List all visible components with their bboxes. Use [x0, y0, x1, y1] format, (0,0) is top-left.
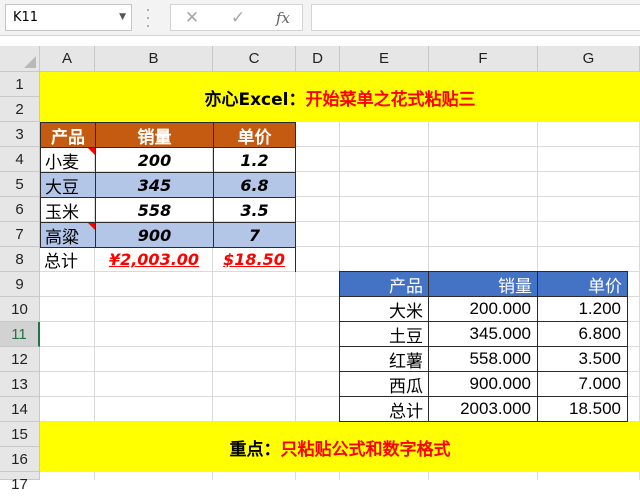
table1-cell-product[interactable]: 小麦 — [40, 147, 96, 173]
key-point-banner[interactable]: 重点： 只粘贴公式和数字格式 — [40, 422, 640, 472]
table2-header-price[interactable]: 单价 — [537, 271, 628, 297]
column-header-g[interactable]: G — [538, 46, 640, 72]
row-header-14[interactable]: 14 — [0, 397, 40, 422]
table1-cell-qty[interactable]: 345 — [95, 172, 214, 198]
table1-cell-product[interactable]: 大豆 — [40, 172, 96, 198]
row-header-17[interactable]: 17 — [0, 472, 40, 493]
table1-cell-product[interactable]: 高粱 — [40, 222, 96, 248]
table1-cell-qty[interactable]: 558 — [95, 197, 214, 223]
column-header-e[interactable]: E — [340, 46, 429, 72]
table1-cell-price[interactable]: 7 — [213, 222, 296, 248]
row-header-6[interactable]: 6 — [0, 197, 40, 222]
row-header-4[interactable]: 4 — [0, 147, 40, 172]
key-point-lead: 重点： — [229, 439, 281, 460]
table2-header-product[interactable]: 产品 — [339, 271, 429, 297]
table2-cell-product[interactable]: 西瓜 — [339, 371, 429, 397]
table1-total-label[interactable]: 总计 — [40, 247, 95, 272]
table2-cell-price[interactable]: 3.500 — [537, 346, 628, 372]
row-header-16[interactable]: 16 — [0, 447, 40, 472]
table1-cell-qty[interactable]: 200 — [95, 147, 214, 173]
row-header-15[interactable]: 15 — [0, 422, 40, 447]
table1-cell-price[interactable]: 6.8 — [213, 172, 296, 198]
table1-cell-qty[interactable]: 900 — [95, 222, 214, 248]
table2-cell-product[interactable]: 土豆 — [339, 321, 429, 347]
table1-header-price[interactable]: 单价 — [213, 122, 296, 148]
formula-input[interactable] — [311, 4, 640, 31]
table1-header-product[interactable]: 产品 — [40, 122, 96, 148]
table2-cell-qty[interactable]: 900.000 — [428, 371, 538, 397]
row-header-1[interactable]: 1 — [0, 72, 40, 97]
table2-cell-price[interactable]: 6.800 — [537, 321, 628, 347]
row-header-5[interactable]: 5 — [0, 172, 40, 197]
row-header-11[interactable]: 11 — [0, 322, 40, 347]
table2-cell-product[interactable]: 红薯 — [339, 346, 429, 372]
column-header-a[interactable]: A — [40, 46, 95, 72]
formula-bar-spacer — [0, 36, 640, 46]
row-header-9[interactable]: 9 — [0, 272, 40, 297]
table2-cell-product[interactable]: 大米 — [339, 296, 429, 322]
table1-cell-price[interactable]: 3.5 — [213, 197, 296, 223]
check-icon[interactable]: ✓ — [225, 7, 251, 29]
row-header-2[interactable]: 2 — [0, 97, 40, 122]
insert-function-icon[interactable]: fx — [270, 7, 296, 29]
table2-total-label[interactable]: 总计 — [339, 396, 429, 422]
row-header-13[interactable]: 13 — [0, 372, 40, 397]
row-header-12[interactable]: 12 — [0, 347, 40, 372]
table2-total-qty[interactable]: 2003.000 — [428, 396, 538, 422]
table2-header-qty[interactable]: 销量 — [428, 271, 538, 297]
key-point-highlight: 只粘贴公式和数字格式 — [280, 439, 451, 460]
name-box[interactable]: K11 ▼ — [5, 4, 132, 31]
table1-total-price[interactable]: $18.50 — [213, 247, 296, 272]
formula-button-group: ✕ ✓ fx — [170, 4, 303, 31]
title-lead: 亦心Excel： — [204, 89, 306, 110]
formula-bar-grip[interactable] — [146, 9, 150, 27]
table2-cell-qty[interactable]: 558.000 — [428, 346, 538, 372]
title-highlight: 开始菜单之花式粘贴三 — [305, 89, 476, 110]
row-header-3[interactable]: 3 — [0, 122, 40, 147]
table1-cell-price[interactable]: 1.2 — [213, 147, 296, 173]
table1-total-qty[interactable]: ¥2,003.00 — [95, 247, 213, 272]
column-header-d[interactable]: D — [296, 46, 340, 72]
title-banner[interactable]: 亦心Excel： 开始菜单之花式粘贴三 — [40, 72, 640, 122]
column-header-b[interactable]: B — [95, 46, 213, 72]
column-header-f[interactable]: F — [429, 46, 538, 72]
column-header-c[interactable]: C — [213, 46, 296, 72]
table2-cell-price[interactable]: 1.200 — [537, 296, 628, 322]
table2-cell-qty[interactable]: 345.000 — [428, 321, 538, 347]
cancel-icon[interactable]: ✕ — [179, 7, 205, 29]
name-box-value: K11 — [13, 10, 39, 25]
table2-total-price[interactable]: 18.500 — [537, 396, 628, 422]
table2-cell-qty[interactable]: 200.000 — [428, 296, 538, 322]
select-all-corner[interactable] — [0, 46, 40, 72]
row-header-10[interactable]: 10 — [0, 297, 40, 322]
row-header-7[interactable]: 7 — [0, 222, 40, 247]
table1-cell-product[interactable]: 玉米 — [40, 197, 96, 223]
row-header-8[interactable]: 8 — [0, 247, 40, 272]
formula-bar: K11 ▼ ✕ ✓ fx — [0, 0, 640, 36]
table1-header-qty[interactable]: 销量 — [95, 122, 214, 148]
chevron-down-icon[interactable]: ▼ — [119, 5, 126, 30]
table2-cell-price[interactable]: 7.000 — [537, 371, 628, 397]
